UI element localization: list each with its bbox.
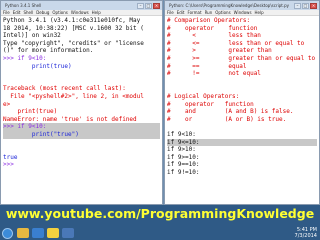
editor-menu-edit[interactable]: Edit [177,10,185,15]
shell-menu-file[interactable]: File [3,10,10,15]
shell-line: File "<pyshell#2>", line 2, in <modul [3,92,144,100]
editor-menu-options[interactable]: Options [215,10,230,15]
editor-line: # and (A and B) is false. [167,108,294,116]
channel-url-overlay: www.youtube.com/ProgrammingKnowledge [5,206,315,221]
shell-line [3,146,160,154]
shell-line: print(true) [3,108,58,116]
maximize-button[interactable]: □ [302,2,309,9]
editor-line: if 9==10: [167,161,200,169]
editor-line: # < less than [167,32,261,40]
shell-menu-options[interactable]: Options [52,10,67,15]
close-button[interactable]: × [310,2,317,9]
shell-menu-shell[interactable]: Shell [23,10,33,15]
idle-editor-icon[interactable] [62,228,74,238]
editor-line: # operator function [167,24,258,32]
editor-menu-windows[interactable]: Windows [234,10,252,15]
editor-menu-format[interactable]: Format [187,10,201,15]
shell-line: true [3,153,18,161]
editor-line: # > greater than [167,47,272,55]
shell-line: print(true) [3,62,72,70]
editor-line: # Logical Operators: [167,92,240,100]
shell-line [3,139,160,147]
shell-menu-edit[interactable]: Edit [13,10,21,15]
explorer-icon[interactable] [17,228,29,238]
shell-title: Python 3.4.1 Shell [5,3,42,8]
shell-output[interactable]: Python 3.4.1 (v3.4.1:c0e311e010fc, May 18… [1,16,162,170]
editor-line: if 9<=10: [167,138,317,147]
editor-line: # == equal [167,62,247,70]
shell-line: >>> if 9<10: [3,123,160,131]
shell-line [3,78,160,86]
shell-menu-windows[interactable]: Windows [71,10,89,15]
shell-line: Type "copyright", "credits" or "license [3,39,144,47]
taskbar-clock[interactable]: 5:41 PM 7/3/2014 [295,227,317,239]
editor-line: if 9!=10: [167,168,200,176]
shell-line: print("true") [3,130,160,139]
editor-code[interactable]: # Comparison Operators: # operator functi… [165,16,319,177]
editor-window: Python: C:\Users\ProgrammingKnowledge\De… [164,0,320,205]
editor-title: Python: C:\Users\ProgrammingKnowledge\De… [169,3,289,8]
editor-menu-file[interactable]: File [167,10,174,15]
editor-line: # Comparison Operators: [167,17,251,24]
editor-titlebar: Python: C:\Users\ProgrammingKnowledge\De… [165,1,319,10]
editor-line: if 9>10: [167,146,196,154]
shell-line: 18 2014, 10:38:22) [MSC v.1600 32 bit ( [3,24,144,32]
shell-line: Traceback (most recent call last): [3,85,126,93]
start-button[interactable] [2,227,13,239]
editor-line: # <= less than or equal to [167,39,305,47]
editor-line: # != not equal [167,70,261,78]
shell-line [3,70,160,78]
shell-titlebar: Python 3.4.1 Shell – □ × [1,1,162,10]
editor-menu-run[interactable]: Run [205,10,213,15]
clock-date: 7/3/2014 [294,233,317,239]
browser-icon[interactable] [32,228,44,238]
taskbar-row: 5:41 PM 7/3/2014 [0,226,320,240]
maximize-button[interactable]: □ [145,2,152,9]
shell-menu-help[interactable]: Help [92,10,101,15]
shell-line: e> [3,100,11,108]
minimize-button[interactable]: – [137,2,144,9]
shell-line: Python 3.4.1 (v3.4.1:c0e311e010fc, May [3,17,141,24]
shell-line: >>> if 9<10: [3,54,47,62]
editor-line: # operator function [167,100,254,108]
shell-line: ()" for more information. [3,47,94,55]
editor-line: # or (A or B) is true. [167,115,287,123]
editor-line: if 9<10: [167,130,196,138]
python-shell-window: Python 3.4.1 Shell – □ × File Edit Shell De… [0,0,163,205]
python-shell-icon[interactable] [47,228,59,238]
shell-line: Intel)] on win32 [3,32,61,40]
editor-line: # >= greater than or equal to [167,54,316,62]
editor-menu-help[interactable]: Help [255,10,264,15]
shell-line: NameError: name 'true' is not defined [3,115,137,123]
shell-line: >>> [3,161,18,169]
editor-line: if 9>=10: [167,153,200,161]
minimize-button[interactable]: – [294,2,301,9]
close-button[interactable]: × [153,2,160,9]
shell-menu-debug[interactable]: Debug [36,10,49,15]
